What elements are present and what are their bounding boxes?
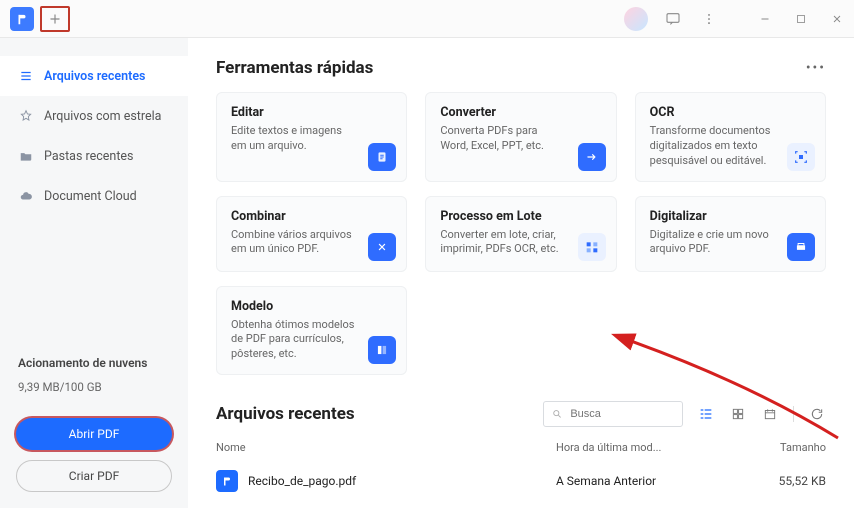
document-icon [368,143,396,171]
open-pdf-button[interactable]: Abrir PDF [16,418,172,450]
sidebar-item-folders[interactable]: Pastas recentes [0,136,188,176]
recent-title: Arquivos recentes [216,404,355,424]
cloud-usage: 9,39 MB/100 GB [18,380,170,394]
cloud-icon [18,188,34,204]
file-size: 55,52 KB [726,474,826,488]
view-list-icon[interactable] [697,405,715,423]
template-icon [368,336,396,364]
list-icon [18,68,34,84]
recent-columns: Nome Hora da última mod... Tamanho [216,441,826,454]
chat-icon[interactable] [662,8,684,30]
tool-batch[interactable]: Processo em Lote Converter em lote, cria… [425,196,616,272]
search-input[interactable] [568,407,674,421]
sidebar-item-label: Document Cloud [44,189,137,204]
sidebar-item-label: Arquivos recentes [44,69,145,84]
cloud-usage-block: Acionamento de nuvens 9,39 MB/100 GB [0,356,188,408]
calendar-icon[interactable] [761,405,779,423]
quick-tools-more-icon[interactable]: ••• [806,60,826,76]
file-row[interactable]: Recibo_de_pago.pdf A Semana Anterior 55,… [216,464,826,498]
cloud-title: Acionamento de nuvens [18,356,170,370]
merge-icon [368,233,396,261]
search-icon [552,408,562,420]
col-name: Nome [216,441,556,454]
minimize-button[interactable] [754,8,776,30]
folder-icon [18,148,34,164]
sidebar-item-label: Pastas recentes [44,149,134,164]
batch-icon [578,233,606,261]
sidebar-item-label: Arquivos com estrela [44,109,161,124]
main-panel: Ferramentas rápidas ••• Editar Edite tex… [188,38,854,508]
more-icon[interactable] [698,8,720,30]
ocr-icon [787,143,815,171]
tool-convert[interactable]: Converter Converta PDFs para Word, Excel… [425,92,616,182]
sidebar-item-starred[interactable]: Arquivos com estrela [0,96,188,136]
col-size: Tamanho [726,441,826,454]
tool-template[interactable]: Modelo Obtenha ótimos modelos de PDF par… [216,286,407,376]
tool-combine[interactable]: Combinar Combine vários arquivos em um ú… [216,196,407,272]
view-grid-icon[interactable] [729,405,747,423]
tools-grid: Editar Edite textos e imagens em um arqu… [216,92,826,375]
col-modified: Hora da última mod... [556,441,726,454]
quick-tools-title: Ferramentas rápidas [216,58,373,78]
maximize-button[interactable] [790,8,812,30]
sidebar-item-recent[interactable]: Arquivos recentes [0,56,188,96]
titlebar [0,0,854,38]
close-button[interactable] [826,8,848,30]
sidebar-item-cloud[interactable]: Document Cloud [0,176,188,216]
refresh-icon[interactable] [808,405,826,423]
file-modified: A Semana Anterior [556,474,726,488]
star-icon [18,108,34,124]
sidebar: Arquivos recentes Arquivos com estrela P… [0,38,188,508]
app-icon [10,7,34,31]
file-name: Recibo_de_pago.pdf [248,474,356,488]
tool-ocr[interactable]: OCR Transforme documentos digitalizados … [635,92,826,182]
tool-scan[interactable]: Digitalizar Digitalize e crie um novo ar… [635,196,826,272]
arrow-right-icon [578,143,606,171]
pdf-icon [216,470,238,492]
create-pdf-button[interactable]: Criar PDF [16,460,172,492]
avatar[interactable] [624,7,648,31]
tool-edit[interactable]: Editar Edite textos e imagens em um arqu… [216,92,407,182]
new-tab-button[interactable] [40,6,70,32]
scanner-icon [787,233,815,261]
search-box[interactable] [543,401,683,427]
